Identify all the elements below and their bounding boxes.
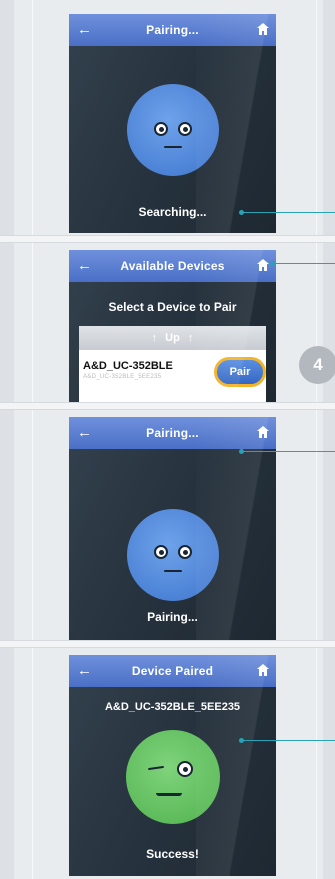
- header-bar: ← Available Devices: [69, 250, 276, 282]
- home-icon[interactable]: [256, 22, 270, 36]
- searching-screen: ← Pairing... Searching...: [69, 14, 276, 233]
- callout-line: [242, 212, 335, 213]
- callout-line: [242, 740, 335, 741]
- pair-button[interactable]: Pair: [214, 357, 266, 387]
- back-arrow-icon[interactable]: ←: [77, 257, 92, 274]
- panel-separator: [0, 640, 335, 648]
- select-device-prompt: Select a Device to Pair: [108, 300, 237, 314]
- status-text: Pairing...: [147, 610, 198, 624]
- screen-title: Available Devices: [120, 259, 225, 273]
- home-icon[interactable]: [256, 258, 270, 272]
- right-background-stripe: [323, 0, 335, 879]
- back-arrow-icon[interactable]: ←: [77, 21, 92, 38]
- header-bar: ← Device Paired: [69, 655, 276, 687]
- header-bar: ← Pairing...: [69, 14, 276, 46]
- home-icon[interactable]: [256, 663, 270, 677]
- callout-line: [273, 263, 335, 264]
- pairing-face-icon: [126, 509, 219, 601]
- available-devices-screen: ← Available Devices Select a Device to P…: [69, 250, 276, 402]
- home-icon[interactable]: [256, 425, 270, 439]
- up-arrow-icon: ↑: [187, 332, 194, 344]
- up-arrow-icon: ↑: [151, 332, 158, 344]
- searching-face-icon: [126, 84, 219, 176]
- up-label: Up: [165, 332, 180, 344]
- screen-title: Device Paired: [131, 664, 214, 678]
- paired-device-name: A&D_UC-352BLE_5EE235: [104, 701, 241, 713]
- success-face-icon: [125, 730, 220, 824]
- back-arrow-icon[interactable]: ←: [77, 662, 92, 679]
- device-list: ↑ Up ↑ A&D_UC-352BLE A&D_UC-352BLE_5EE23…: [79, 326, 266, 402]
- back-arrow-icon[interactable]: ←: [77, 424, 92, 441]
- step-number-badge: 4: [299, 346, 335, 384]
- screen-title: Pairing...: [146, 426, 199, 440]
- screen-title: Pairing...: [146, 23, 199, 37]
- left-gutter-line: [32, 0, 33, 879]
- device-detail: A&D_UC-352BLE_5EE235: [83, 374, 162, 380]
- device-paired-screen: ← Device Paired A&D_UC-352BLE_5EE235 Suc…: [69, 655, 276, 876]
- callout-line: [242, 451, 335, 452]
- status-text: Success!: [146, 847, 199, 861]
- device-name: A&D_UC-352BLE: [83, 360, 173, 372]
- header-bar: ← Pairing...: [69, 417, 276, 449]
- panel-separator: [0, 235, 335, 243]
- right-gutter-line: [316, 0, 317, 879]
- pair-label: Pair: [229, 366, 251, 378]
- panel-separator: [0, 402, 335, 410]
- left-background-stripe: [0, 0, 14, 879]
- scroll-up-button[interactable]: ↑ Up ↑: [79, 326, 266, 350]
